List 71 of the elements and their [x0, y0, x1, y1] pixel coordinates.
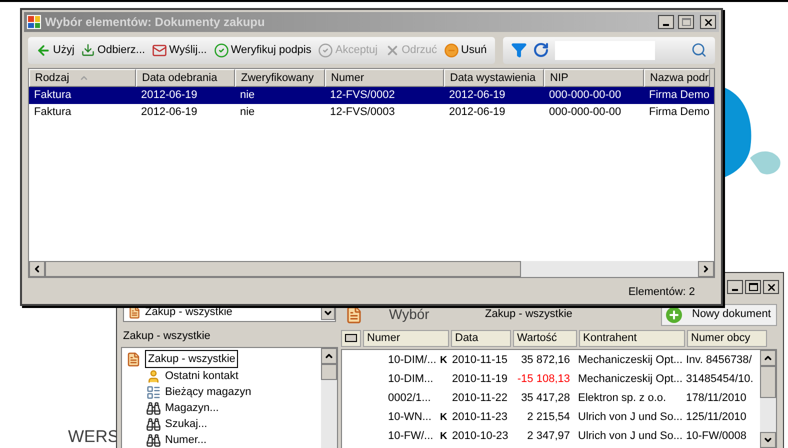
table-cell-text: 2012-06-19: [448, 88, 506, 104]
column-header[interactable]: Data wystawienia: [444, 69, 544, 87]
tree-item[interactable]: Szukaj...: [126, 416, 321, 432]
table-cell-text: 10-WN...: [388, 410, 432, 425]
table-cell-text: Mechaniczeskij Opt...: [577, 372, 680, 387]
table-cell-text: Ulrich von J und So...: [577, 428, 680, 444]
table-cell-text: 12-FVS/0003: [329, 105, 396, 120]
table-cell-text: 35 417,28: [520, 390, 570, 406]
column-header[interactable]: NIP: [544, 69, 644, 87]
panel-label: Zakup - wszystkie: [122, 328, 212, 344]
column-header[interactable]: Wartość: [513, 330, 577, 346]
window-title: Wybór elementów: Dokumenty zakupu: [45, 14, 266, 31]
column-header[interactable]: Data: [451, 330, 511, 346]
table-cell-text: 125/11/2010: [685, 410, 748, 425]
column-header[interactable]: Zweryfikowany: [235, 69, 325, 87]
view-label: Wybór: [388, 305, 430, 324]
table-cell-text: 2 215,54: [526, 410, 570, 425]
table-cell-text: 2012-06-19: [140, 105, 198, 120]
table-cell-text: 2010-11-23: [452, 410, 508, 425]
toolbar-button[interactable]: Użyj: [34, 42, 76, 58]
table-cell-text: 2012-06-19: [140, 88, 198, 104]
table-row[interactable]: Faktura 2012-06-19 nie 12-FVS/0003 2012-06-19 000-000-00-00 Firma Demo: [29, 104, 714, 121]
table-cell-text: 10-FW/0008: [685, 428, 748, 444]
table-cell-text: 2010-10-23: [452, 428, 510, 444]
column-header[interactable]: Numer: [363, 330, 449, 346]
column-header[interactable]: Rodzaj: [29, 69, 136, 87]
table-cell-text: 178/11/2010: [685, 390, 748, 406]
flag-mark: K: [440, 430, 448, 442]
table-cell-text: 000-000-00-00: [548, 105, 622, 120]
table-cell-text: nie: [239, 88, 256, 104]
table-cell-text: 2 347,97: [526, 428, 570, 444]
table-cell-text: 31485454/10.: [685, 372, 754, 387]
toolbar-button[interactable]: Wyślij...: [150, 42, 209, 58]
status-text: Elementów: 2: [628, 284, 695, 300]
toolbar-button[interactable]: Usuń: [442, 42, 489, 58]
table-cell-text: 10-DIM...: [388, 372, 434, 387]
table-cell-text: -15 108,13: [516, 372, 570, 387]
table-cell-text: 2010-11-22: [452, 390, 508, 406]
toolbar-button[interactable]: Weryfikuj podpis: [212, 42, 314, 58]
table-cell-text: 12-FVS/0002: [329, 88, 396, 104]
tree-item[interactable]: Bieżący magazyn: [126, 384, 321, 400]
tree-item[interactable]: Ostatni kontakt: [126, 368, 321, 384]
table-row[interactable]: Faktura 2012-06-19 nie 12-FVS/0002 2012-06-19 000-000-00-00 Firma Demo: [29, 87, 714, 104]
flag-mark: K: [440, 412, 448, 423]
table-cell-text: 000-000-00-00: [548, 88, 622, 104]
tree-item[interactable]: Magazyn...: [126, 400, 321, 416]
table-cell-text: Elektron sp. z o.o.: [577, 390, 668, 406]
column-header[interactable]: Nazwa podr: [644, 69, 710, 87]
table-cell-text: 2010-11-15: [452, 352, 508, 368]
column-header[interactable]: Numer obcy: [687, 330, 767, 346]
table-cell-text: Firma Demo: [648, 88, 710, 104]
table-cell-text: 0002/1...: [388, 390, 432, 406]
table-cell-text: 10-DIM/...: [388, 352, 438, 368]
flag-mark: K: [440, 354, 448, 366]
column-header[interactable]: Data odebrania: [136, 69, 235, 87]
table-cell-text: 35 872,16: [520, 352, 570, 368]
toolbar-button[interactable]: Odbierz...: [79, 42, 148, 58]
table-cell-text: Inv. 8456738/: [685, 352, 753, 368]
column-header[interactable]: Numer: [325, 69, 444, 87]
table-cell-text: nie: [239, 105, 256, 120]
table-cell-text: Mechaniczeskij Opt...: [577, 352, 680, 368]
table-cell-text: Ulrich von J und So...: [577, 410, 680, 425]
table-cell-text: Faktura: [33, 88, 72, 104]
column-header[interactable]: Kontrahent: [579, 330, 685, 346]
filter-label: Zakup - wszystkie: [485, 307, 574, 322]
table-cell-text: 2010-11-19: [452, 372, 508, 387]
table-cell-text: 10-FW/...: [388, 428, 434, 444]
table-cell-text: 2012-06-19: [448, 105, 506, 120]
tree-item[interactable]: Numer...: [126, 432, 321, 448]
table-cell-text: Firma Demo: [648, 105, 710, 120]
table-cell-text: Faktura: [33, 105, 72, 120]
